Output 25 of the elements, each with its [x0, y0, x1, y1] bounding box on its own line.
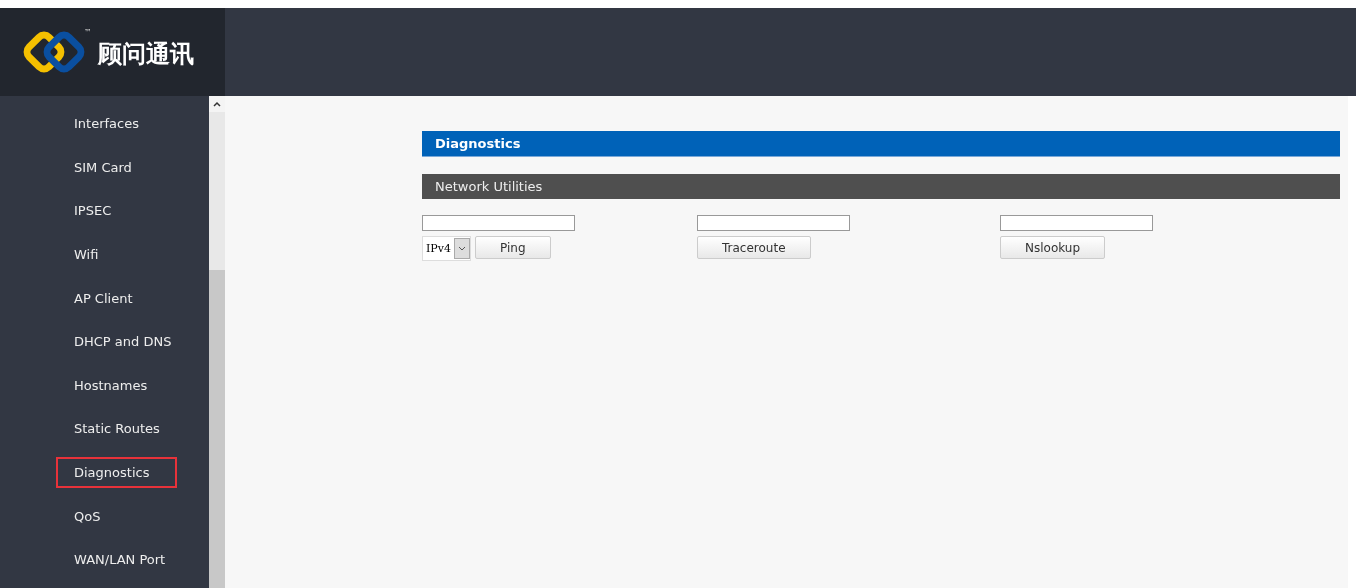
sidebar-item[interactable]: QoS — [56, 500, 129, 532]
scroll-up-icon[interactable] — [213, 101, 221, 107]
input-field[interactable] — [697, 215, 850, 231]
tool-button[interactable]: Nslookup — [1000, 236, 1106, 259]
tool-button[interactable]: Traceroute — [697, 236, 811, 259]
input-field[interactable] — [422, 215, 575, 231]
sidebar-item[interactable]: WAN/LAN Port — [56, 544, 194, 576]
sidebar-item[interactable]: Diagnostics — [56, 457, 178, 489]
sidebar-item[interactable]: AP Client — [56, 282, 161, 314]
input-field[interactable] — [1000, 215, 1153, 231]
ping-button[interactable]: Ping — [474, 236, 551, 259]
logo-text: 顾问通讯 — [98, 39, 194, 70]
trademark: ™ — [84, 28, 92, 37]
sidebar-item[interactable]: Wifi — [56, 239, 127, 271]
sidebar-item[interactable]: DHCP and DNS — [56, 326, 200, 358]
sidebar-item[interactable]: Interfaces — [56, 108, 167, 140]
scrollbar[interactable] — [209, 96, 225, 588]
sidebar-item[interactable]: IPSEC — [56, 195, 140, 227]
protocol-select[interactable]: IPv4 — [422, 236, 471, 261]
sidebar-item[interactable]: Hostnames — [56, 369, 176, 401]
section-title: Network Utilities — [422, 174, 1340, 199]
sidebar-item[interactable]: SIM Card — [56, 151, 160, 183]
sidebar-item[interactable]: Static Routes — [56, 413, 188, 445]
page-title: Diagnostics — [422, 131, 1340, 157]
caret-icon — [457, 246, 466, 251]
